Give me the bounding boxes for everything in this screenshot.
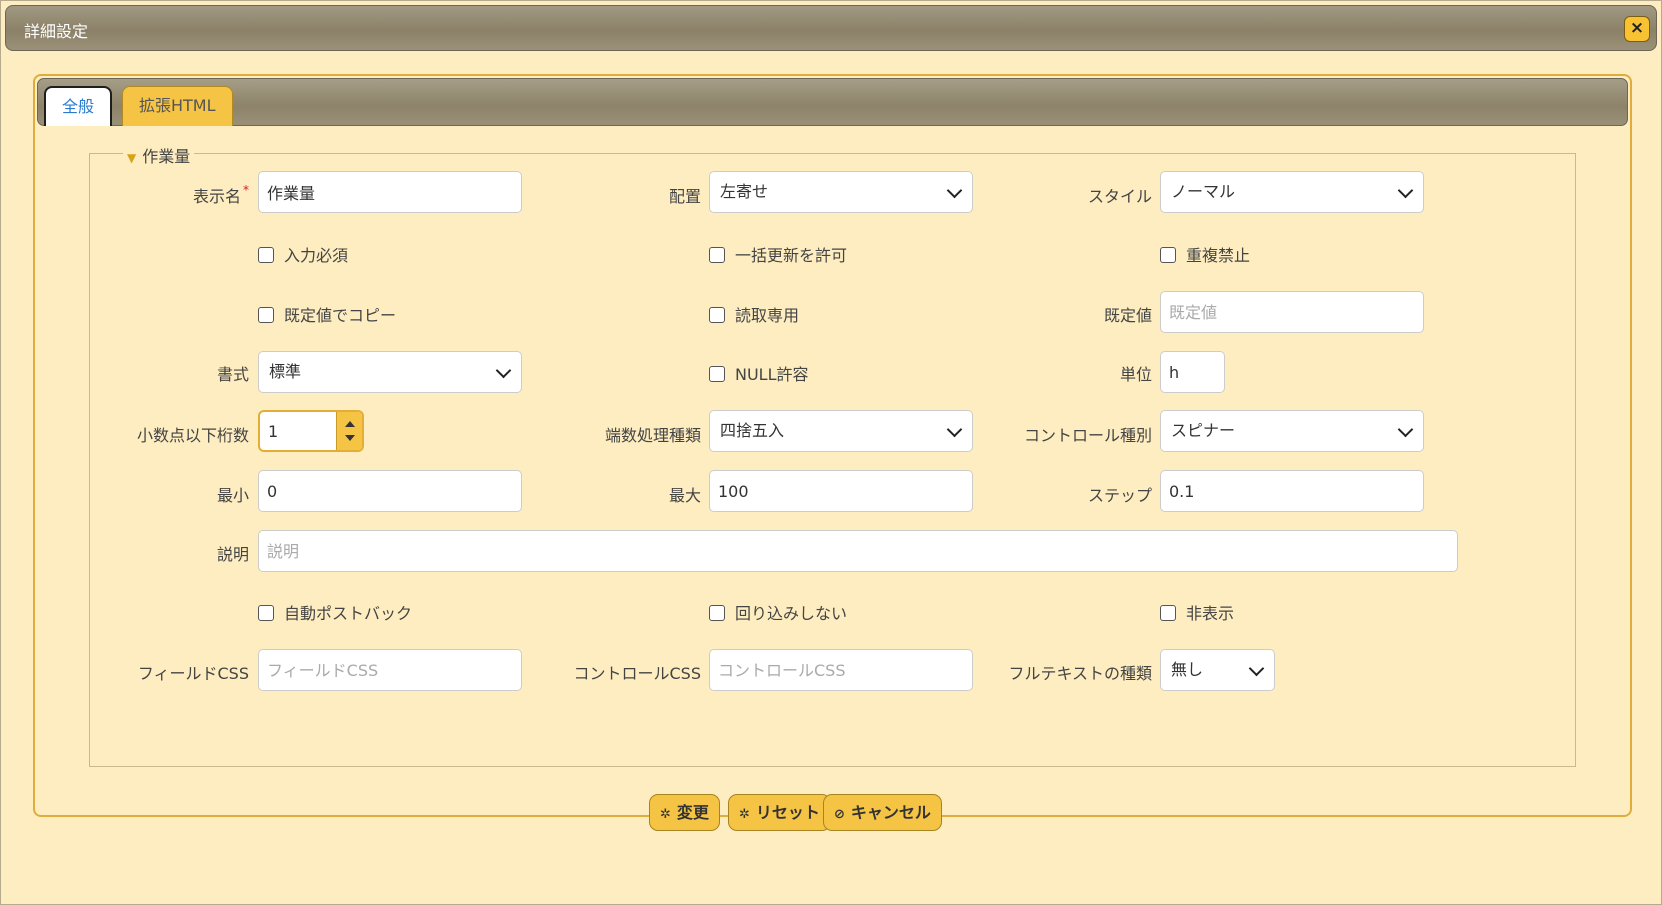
rounding-select[interactable]: 四捨五入 xyxy=(709,410,973,452)
display-name-input[interactable] xyxy=(258,171,522,213)
no-duplicate-checkbox-label: 重複禁止 xyxy=(1186,246,1251,265)
alignment-select[interactable]: 左寄せ xyxy=(709,171,973,213)
style-label: スタイル xyxy=(1087,187,1152,206)
group-title: 作業量 xyxy=(142,147,191,166)
change-button[interactable]: ✲ 変更 xyxy=(649,794,720,831)
style-value: ノーマル xyxy=(1171,182,1236,201)
collapse-triangle-icon[interactable]: ▼ xyxy=(127,151,136,165)
null-allowed-checkbox-label: NULL許容 xyxy=(735,365,809,384)
format-label: 書式 xyxy=(216,365,249,384)
cancel-button[interactable]: ⊘ キャンセル xyxy=(823,794,942,831)
description-input[interactable] xyxy=(258,530,1458,572)
required-checkbox-label: 入力必須 xyxy=(284,246,349,265)
min-label: 最小 xyxy=(216,486,249,505)
display-name-label: 表示名 * xyxy=(192,183,249,206)
bulk-update-checkbox-label: 一括更新を許可 xyxy=(735,246,848,265)
tab-bar: 全般 拡張HTML xyxy=(37,78,1628,126)
checkbox-box[interactable] xyxy=(709,247,725,263)
tab-extended-html[interactable]: 拡張HTML xyxy=(122,86,233,126)
max-input[interactable] xyxy=(709,470,973,512)
control-css-input[interactable] xyxy=(709,649,973,691)
format-select[interactable]: 標準 xyxy=(258,351,522,393)
gear-icon: ✲ xyxy=(739,807,750,822)
decimal-places-value: 1 xyxy=(268,422,279,441)
fulltext-type-select[interactable]: 無し xyxy=(1160,649,1275,691)
reset-button-label: リセット xyxy=(755,803,820,822)
decimal-places-spinner[interactable]: 1 xyxy=(258,410,364,452)
alignment-label: 配置 xyxy=(668,187,701,206)
field-css-label: フィールドCSS xyxy=(137,664,249,683)
control-type-select[interactable]: スピナー xyxy=(1160,410,1424,452)
checkbox-box[interactable] xyxy=(258,605,274,621)
read-only-checkbox-label: 読取専用 xyxy=(735,306,800,325)
checkbox-box[interactable] xyxy=(709,307,725,323)
format-value: 標準 xyxy=(269,362,302,381)
cancel-icon: ⊘ xyxy=(834,807,845,822)
cancel-button-label: キャンセル xyxy=(850,803,931,822)
spinner-buttons xyxy=(336,412,362,450)
copy-default-checkbox[interactable]: 既定値でコピー xyxy=(258,302,396,326)
unit-label: 単位 xyxy=(1119,365,1152,384)
hidden-checkbox-label: 非表示 xyxy=(1186,604,1235,623)
tab-general[interactable]: 全般 xyxy=(44,86,113,126)
chevron-down-icon xyxy=(946,421,963,438)
default-value-label: 既定値 xyxy=(1103,306,1152,325)
no-duplicate-checkbox[interactable]: 重複禁止 xyxy=(1160,242,1250,266)
fulltext-type-label: フルテキストの種類 xyxy=(1008,664,1152,683)
step-input[interactable] xyxy=(1160,470,1424,512)
unit-input[interactable] xyxy=(1160,351,1225,393)
alignment-value: 左寄せ xyxy=(720,182,769,201)
checkbox-box[interactable] xyxy=(1160,605,1176,621)
control-type-value: スピナー xyxy=(1171,421,1236,440)
style-select[interactable]: ノーマル xyxy=(1160,171,1424,213)
control-css-label: コントロールCSS xyxy=(573,664,702,683)
no-wrap-checkbox-label: 回り込みしない xyxy=(735,604,848,623)
group-legend[interactable]: ▼ 作業量 xyxy=(123,143,195,167)
dialog-titlebar[interactable]: 詳細設定 × xyxy=(5,5,1657,51)
spinner-down-icon[interactable] xyxy=(345,435,355,441)
no-wrap-checkbox[interactable]: 回り込みしない xyxy=(709,600,847,624)
max-label: 最大 xyxy=(668,486,701,505)
chevron-down-icon xyxy=(1397,182,1414,199)
step-label: ステップ xyxy=(1087,486,1152,505)
checkbox-box[interactable] xyxy=(1160,247,1176,263)
checkbox-box[interactable] xyxy=(709,605,725,621)
spinner-up-icon[interactable] xyxy=(345,421,355,427)
read-only-checkbox[interactable]: 読取専用 xyxy=(709,302,799,326)
control-type-label: コントロール種別 xyxy=(1023,426,1152,445)
bulk-update-checkbox[interactable]: 一括更新を許可 xyxy=(709,242,847,266)
chevron-down-icon xyxy=(1397,421,1414,438)
dialog-title: 詳細設定 xyxy=(24,22,89,41)
rounding-label: 端数処理種類 xyxy=(604,426,701,445)
required-checkbox[interactable]: 入力必須 xyxy=(258,242,348,266)
description-label: 説明 xyxy=(216,545,249,564)
checkbox-box[interactable] xyxy=(258,307,274,323)
field-css-input[interactable] xyxy=(258,649,522,691)
decimal-places-label: 小数点以下桁数 xyxy=(136,426,249,445)
auto-postback-checkbox[interactable]: 自動ポストバック xyxy=(258,600,412,624)
required-mark: * xyxy=(243,183,249,197)
rounding-value: 四捨五入 xyxy=(720,421,785,440)
chevron-down-icon xyxy=(495,362,512,379)
auto-postback-checkbox-label: 自動ポストバック xyxy=(284,604,413,623)
null-allowed-checkbox[interactable]: NULL許容 xyxy=(709,361,809,385)
copy-default-checkbox-label: 既定値でコピー xyxy=(284,306,397,325)
reset-button[interactable]: ✲ リセット xyxy=(728,794,831,831)
gear-icon: ✲ xyxy=(660,807,671,822)
chevron-down-icon xyxy=(1248,660,1265,677)
detail-settings-dialog: 詳細設定 × 全般 拡張HTML ▼ 作業量 表示名* 配置 左寄せ スタイル ノ… xyxy=(0,0,1662,905)
checkbox-box[interactable] xyxy=(709,366,725,382)
checkbox-box[interactable] xyxy=(258,247,274,263)
fulltext-type-value: 無し xyxy=(1171,660,1204,679)
change-button-label: 変更 xyxy=(676,803,709,822)
default-value-input[interactable] xyxy=(1160,291,1424,333)
hidden-checkbox[interactable]: 非表示 xyxy=(1160,600,1234,624)
chevron-down-icon xyxy=(946,182,963,199)
close-icon[interactable]: × xyxy=(1624,16,1650,42)
min-input[interactable] xyxy=(258,470,522,512)
